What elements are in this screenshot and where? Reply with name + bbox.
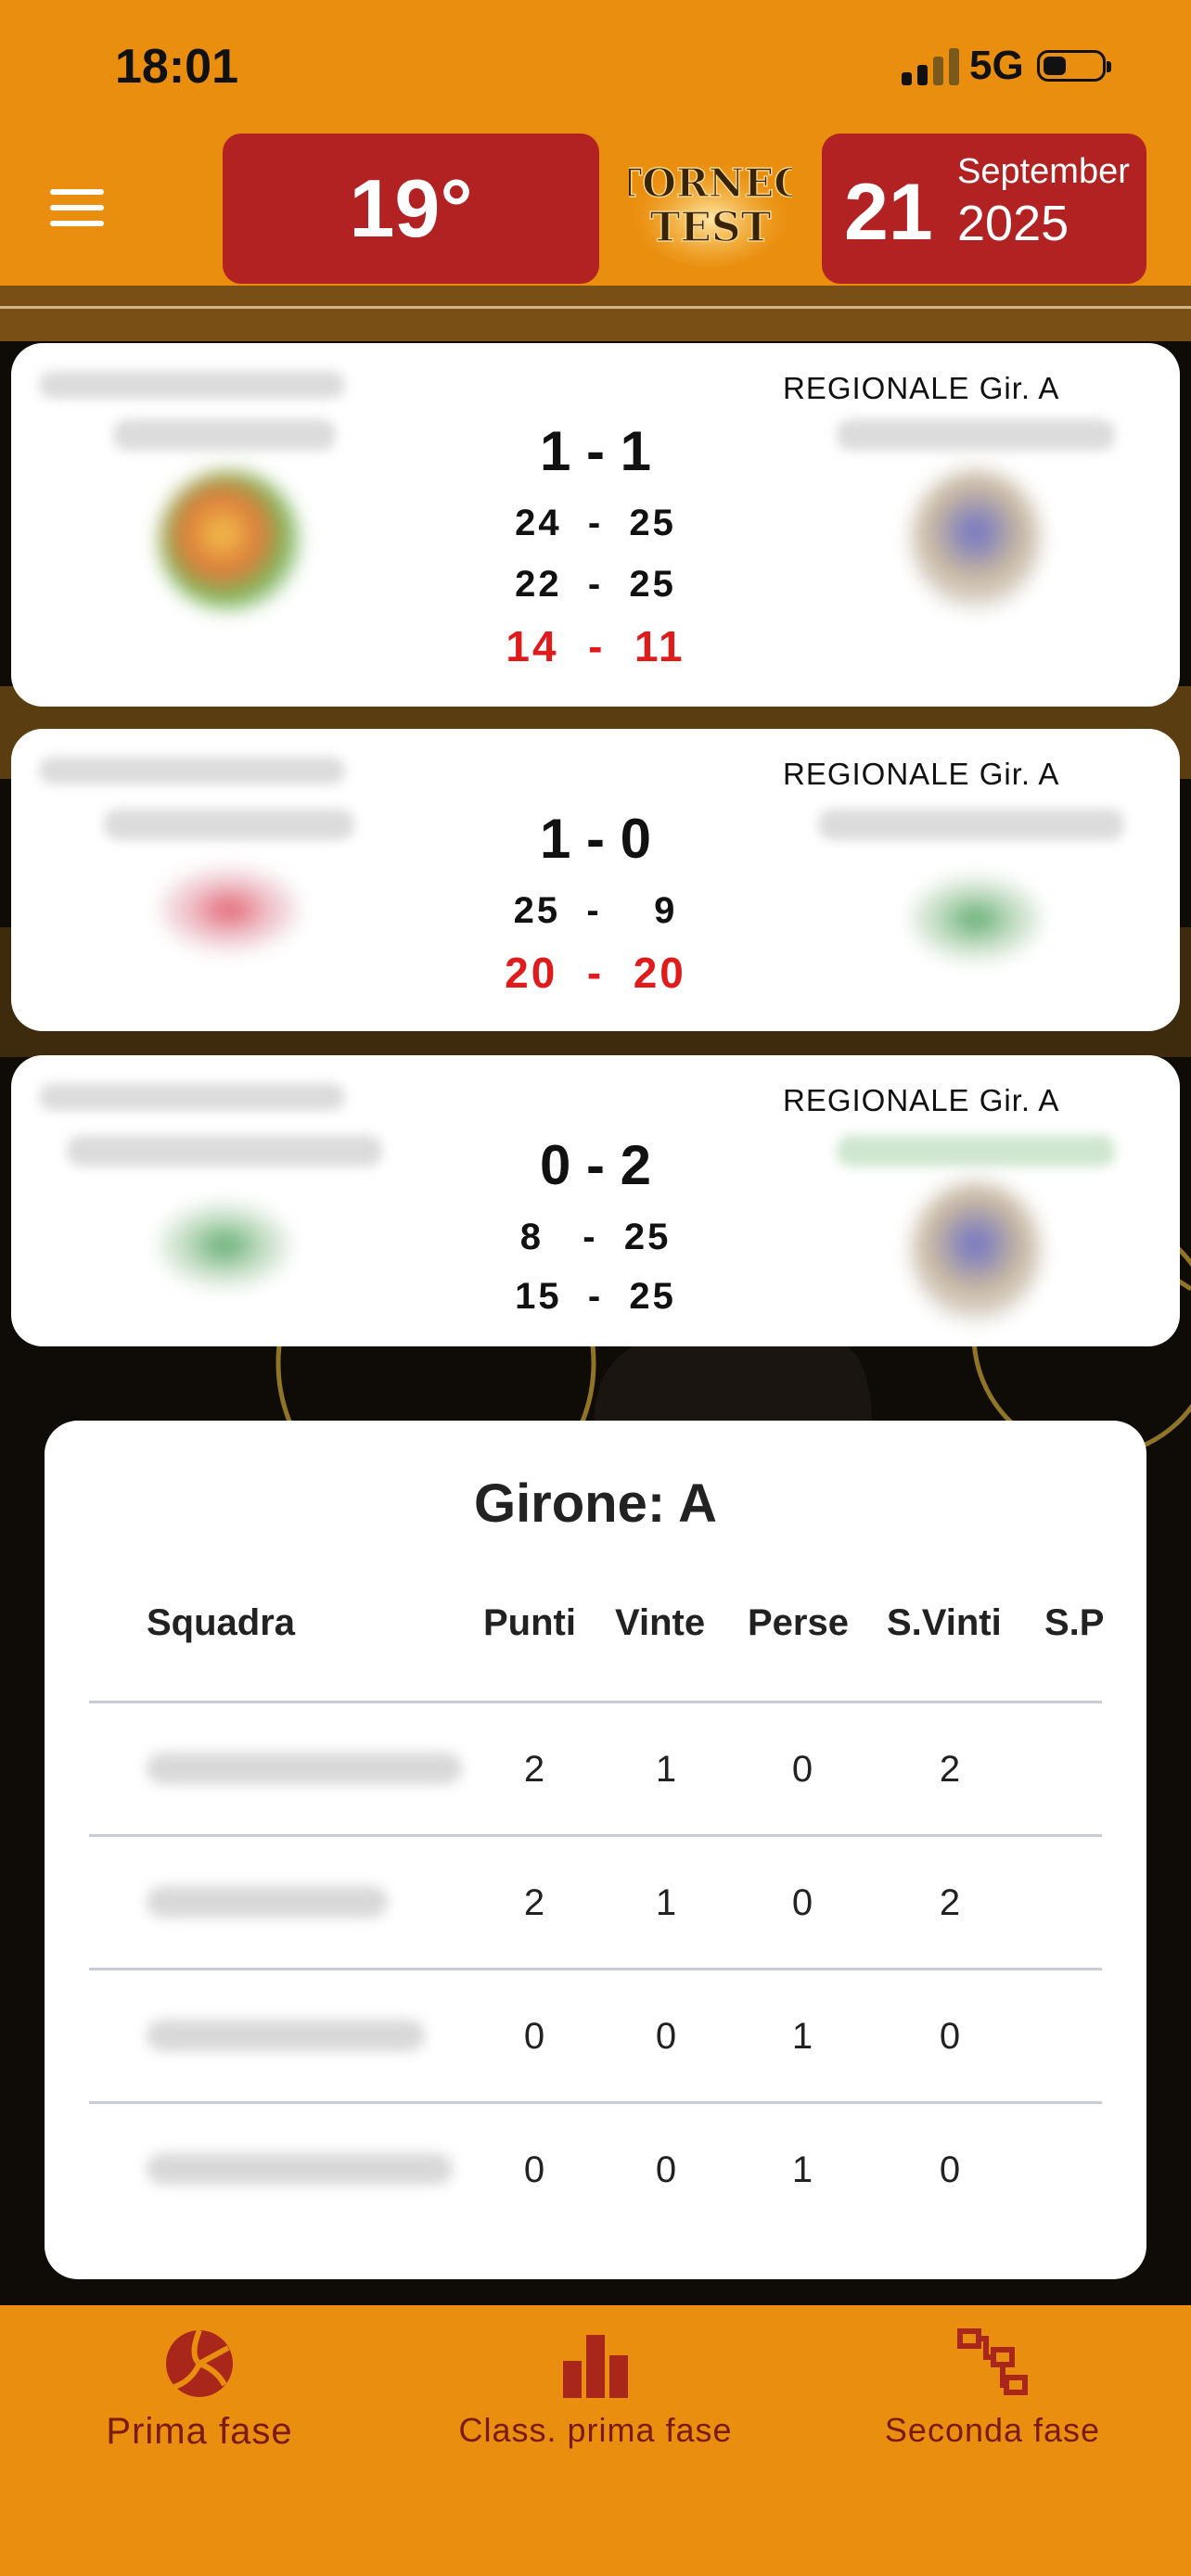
match-score: 0 - 2 [539,1134,652,1196]
column-header-vinte: Vinte [615,1602,706,1643]
row-divider [89,1701,1102,1703]
cell-svinti: 2 [939,1882,961,1923]
cell-perse: 1 [791,2016,813,2057]
bar-chart-icon [563,2335,628,2398]
bracket-icon [957,2328,1028,2395]
set-score: 25 - 9 [513,890,678,931]
logo-line1: TORNEO [629,160,792,206]
cell-perse: 1 [791,2149,813,2190]
nav-label: Class. prima fase [458,2411,733,2449]
nav-prima-fase[interactable]: Prima fase [67,2327,332,2453]
nav-label: Seconda fase [884,2411,1101,2449]
match-league: REGIONALE Gir. A [783,1083,1060,1117]
row-divider [89,2101,1102,2104]
match-card[interactable]: REGIONALE Gir. A 1 - 1 24 - 25 22 - 25 1… [11,343,1180,707]
signal-icon [902,48,959,85]
header-divider [0,306,1191,309]
nav-label: Prima fase [106,2411,293,2452]
temperature-value: 19° [349,162,473,254]
match-league: REGIONALE Gir. A [783,757,1060,791]
set-score: 15 - 25 [515,1276,676,1317]
torneo-logo: TORNEO TEST [629,159,792,267]
nav-classifica-prima-fase[interactable]: Class. prima fase [438,2327,753,2450]
volleyball-icon [166,2328,233,2397]
match-datetime [39,1083,345,1111]
date-month: September [957,152,1130,191]
row-divider [89,1834,1102,1837]
cell-punti: 0 [523,2016,545,2057]
team-name [147,1753,462,1784]
cell-punti: 2 [523,1749,545,1790]
standings-table: Girone: A Squadra Punti Vinte Perse S.Vi… [45,1421,1146,2279]
cell-vinte: 1 [655,1749,677,1790]
battery-icon [1037,50,1111,82]
live-set-score: 14 - 11 [506,622,685,670]
cell-perse: 0 [791,1749,813,1790]
column-header-squadra: Squadra [147,1602,296,1643]
top-bar: 18:01 5G 19° TORNEO TEST 21 September 20… [0,0,1191,286]
cell-vinte: 1 [655,1882,677,1923]
background-strip [0,286,1191,341]
match-card[interactable]: REGIONALE Gir. A 1 - 0 25 - 9 20 - 20 [11,729,1180,1031]
column-header-punti: Punti [483,1602,576,1643]
cell-vinte: 0 [655,2149,677,2190]
cell-vinte: 0 [655,2016,677,2057]
column-header-svinti: S.Vinti [887,1602,1002,1643]
team-name [147,2153,453,2185]
match-datetime [39,371,345,399]
date-day: 21 [844,168,933,257]
status-time: 18:01 [115,40,238,94]
column-header-sperse: S.P [1044,1602,1105,1643]
set-score: 8 - 25 [519,1217,672,1257]
temperature-badge: 19° [223,134,599,284]
cell-svinti: 2 [939,1749,961,1790]
team-name [147,1886,388,1918]
network-label: 5G [969,43,1024,88]
match-league: REGIONALE Gir. A [783,371,1060,405]
column-header-perse: Perse [748,1602,849,1643]
match-score: 1 - 1 [539,420,652,482]
cell-perse: 0 [791,1882,813,1923]
nav-seconda-fase[interactable]: Seconda fase [863,2327,1122,2450]
cell-svinti: 0 [939,2016,961,2057]
set-score: 22 - 25 [515,564,676,605]
cell-punti: 0 [523,2149,545,2190]
cell-punti: 2 [523,1882,545,1923]
match-score: 1 - 0 [539,808,652,870]
match-card[interactable]: REGIONALE Gir. A 0 - 2 8 - 25 15 - 25 [11,1055,1180,1346]
date-year: 2025 [957,196,1069,251]
logo-line2: TEST [650,204,772,251]
live-set-score: 20 - 20 [505,949,686,997]
team-name [147,2020,425,2051]
cell-svinti: 0 [939,2149,961,2190]
date-badge: 21 September 2025 [822,134,1146,284]
row-divider [89,1968,1102,1970]
match-datetime [39,757,345,784]
set-score: 24 - 25 [515,503,676,543]
bottom-navigation: Prima fase Class. prima fase Seconda fas… [0,2305,1191,2576]
group-title: Girone: A [473,1473,718,1534]
menu-button[interactable] [50,189,104,226]
